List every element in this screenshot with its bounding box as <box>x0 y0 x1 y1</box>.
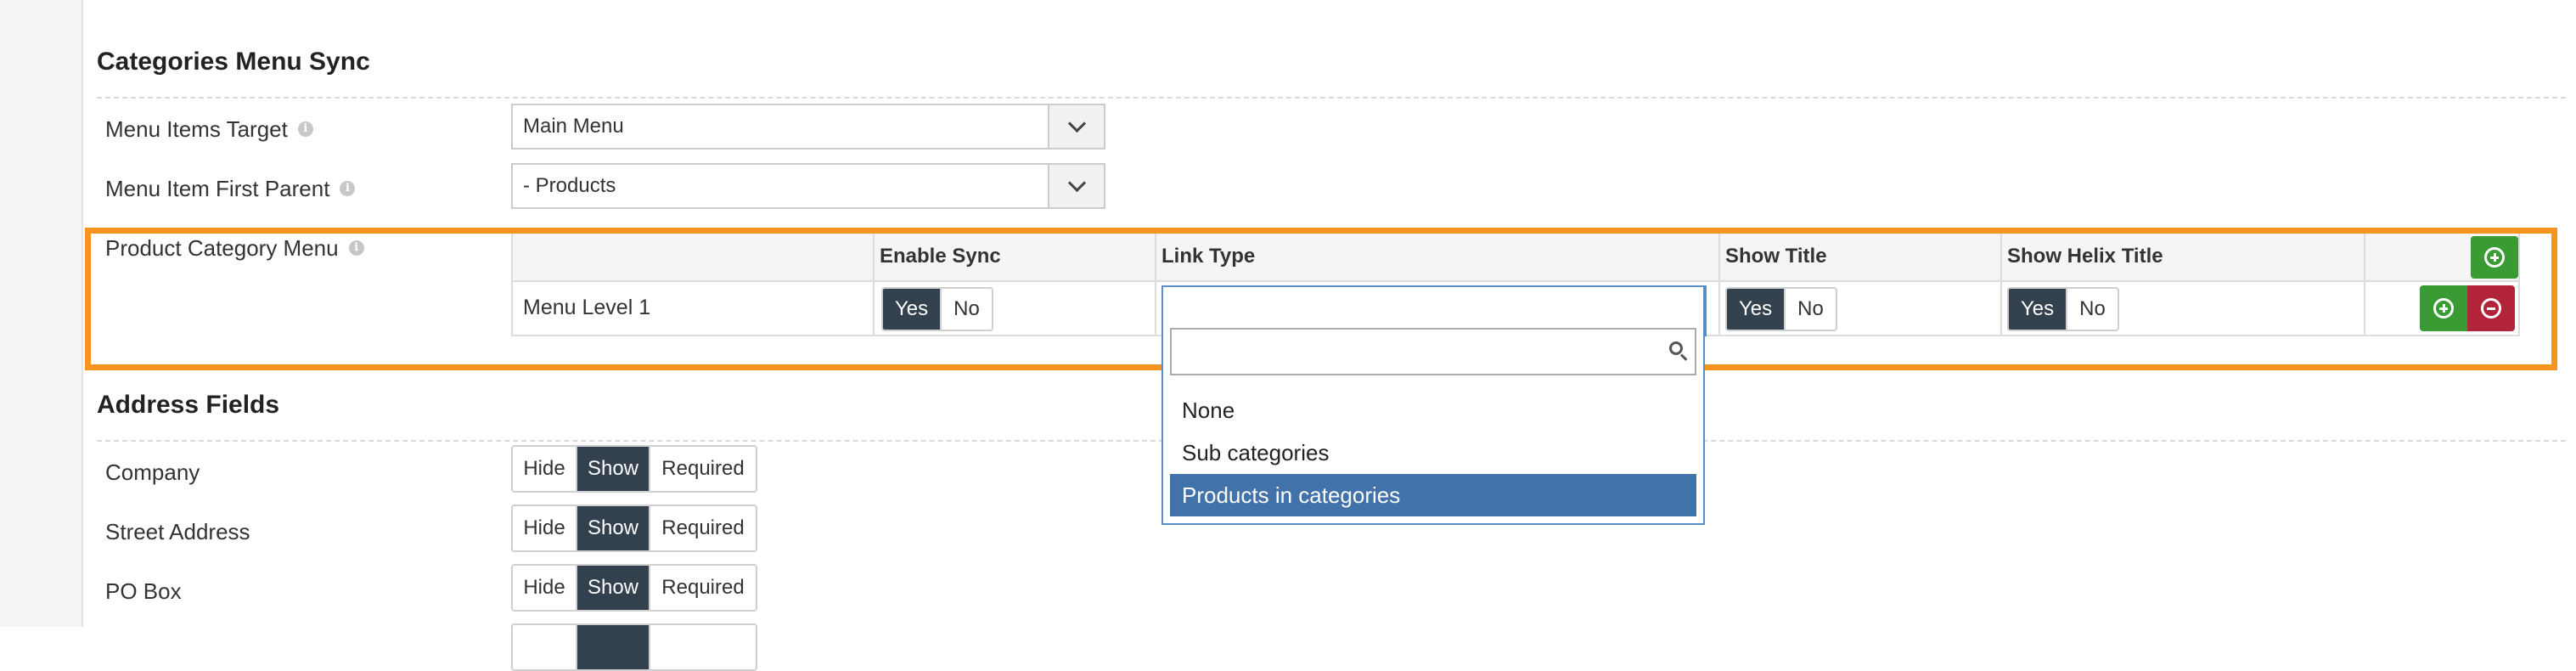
hide-option[interactable]: Hide <box>513 447 576 491</box>
required-option[interactable]: Required <box>649 447 756 491</box>
hide-option[interactable]: Hide <box>513 566 576 610</box>
menu-items-target-value: Main Menu <box>523 115 624 138</box>
required-option[interactable]: Required <box>649 566 756 610</box>
show-helix-title-yes[interactable]: Yes <box>2009 289 2067 330</box>
info-icon[interactable]: i <box>340 181 356 196</box>
plus-circle-icon <box>2484 247 2505 268</box>
dropdown-option-sub-categories[interactable]: Sub categories <box>1170 431 1696 474</box>
menu-items-target-select[interactable]: Main Menu <box>511 104 1105 149</box>
required-option[interactable] <box>649 625 756 669</box>
column-divider <box>2364 233 2365 335</box>
select-toggle[interactable] <box>1048 165 1104 207</box>
dropdown-search-input[interactable] <box>1170 328 1696 375</box>
show-option[interactable]: Show <box>576 447 649 491</box>
add-level-button[interactable] <box>2420 285 2467 331</box>
chevron-down-icon <box>1067 173 1086 192</box>
plus-circle-icon <box>2433 298 2454 319</box>
address-field-label: PO Box <box>105 578 182 604</box>
menu-item-first-parent-label-text: Menu Item First Parent <box>105 175 330 201</box>
table-header <box>513 233 2518 282</box>
show-option[interactable] <box>576 625 649 669</box>
add-row-button[interactable] <box>2471 236 2518 279</box>
menu-items-target-label: Menu Items Target i <box>105 114 313 144</box>
header-enable-sync: Enable Sync <box>880 245 1001 268</box>
menu-level-label: Menu Level 1 <box>523 296 651 319</box>
show-title-no[interactable]: No <box>1784 289 1836 330</box>
show-title-toggle[interactable]: Yes No <box>1725 287 1837 331</box>
show-option[interactable]: Show <box>576 566 649 610</box>
header-link-type: Link Type <box>1161 245 1256 268</box>
menu-item-first-parent-label: Menu Item First Parent i <box>105 173 356 204</box>
remove-level-button[interactable] <box>2467 285 2515 331</box>
enable-sync-yes[interactable]: Yes <box>883 289 941 330</box>
address-field-label: Company <box>105 459 200 485</box>
address-field-label: Street Address <box>105 518 250 544</box>
show-option[interactable]: Show <box>576 506 649 550</box>
chevron-down-icon <box>1067 114 1086 133</box>
menu-item-first-parent-value: - Products <box>523 174 616 197</box>
dropdown-option-products-in-categories[interactable]: Products in categories <box>1170 474 1696 516</box>
section-title-address-fields: Address Fields <box>97 391 280 419</box>
select-toggle[interactable] <box>1048 105 1104 148</box>
hide-option[interactable] <box>513 625 576 669</box>
enable-sync-no[interactable]: No <box>940 289 992 330</box>
menu-items-target-label-text: Menu Items Target <box>105 116 288 142</box>
search-icon <box>1669 341 1688 361</box>
left-margin <box>0 0 83 627</box>
enable-sync-toggle[interactable]: Yes No <box>881 287 993 331</box>
minus-circle-icon <box>2481 298 2501 319</box>
hide-option[interactable]: Hide <box>513 506 576 550</box>
show-helix-title-toggle[interactable]: Yes No <box>2007 287 2119 331</box>
show-helix-title-no[interactable]: No <box>2066 289 2118 330</box>
dropdown-option-none[interactable]: None <box>1170 389 1696 431</box>
next-field-visibility-toggle[interactable] <box>511 623 757 671</box>
product-category-menu-label: Product Category Menu i <box>105 233 364 263</box>
info-icon[interactable]: i <box>297 121 313 137</box>
company-visibility-toggle[interactable]: Hide Show Required <box>511 445 757 493</box>
show-title-yes[interactable]: Yes <box>1727 289 1785 330</box>
section-divider <box>97 97 2566 99</box>
product-category-menu-label-text: Product Category Menu <box>105 234 339 261</box>
required-option[interactable]: Required <box>649 506 756 550</box>
header-show-helix-title: Show Helix Title <box>2007 245 2163 268</box>
street-address-visibility-toggle[interactable]: Hide Show Required <box>511 505 757 552</box>
section-title-categories-menu-sync: Categories Menu Sync <box>97 48 370 76</box>
info-icon[interactable]: i <box>348 240 364 256</box>
menu-item-first-parent-select[interactable]: - Products <box>511 163 1105 209</box>
po-box-visibility-toggle[interactable]: Hide Show Required <box>511 564 757 612</box>
link-type-dropdown: None Sub categories Products in categori… <box>1161 285 1705 525</box>
header-show-title: Show Title <box>1725 245 1827 268</box>
